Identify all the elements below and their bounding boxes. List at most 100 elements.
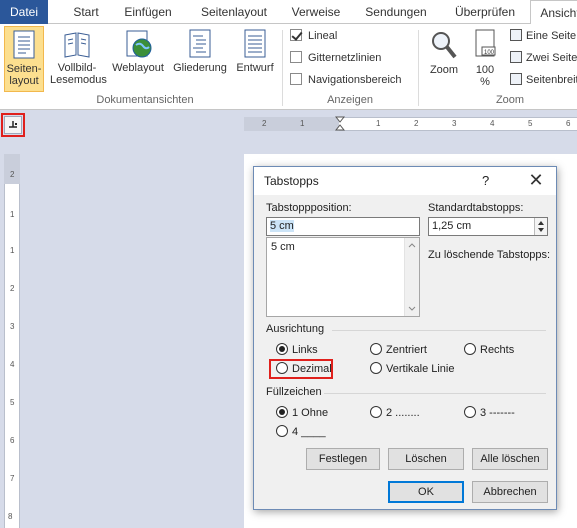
group-label-document-views: Dokumentansichten bbox=[96, 94, 194, 106]
one-page-icon bbox=[510, 29, 522, 41]
align-center-label: Zentriert bbox=[386, 344, 427, 356]
zoom-100-button[interactable]: 100 100 % bbox=[470, 26, 500, 92]
zoom-button[interactable]: Zoom bbox=[424, 26, 464, 92]
ruler-checkbox[interactable]: Lineal bbox=[290, 29, 337, 45]
leader-dashes-label: 3 ------- bbox=[480, 407, 515, 419]
zoom-100-label-line1: 100 bbox=[475, 64, 495, 76]
page-100-icon: 100 bbox=[475, 29, 496, 57]
dialog-title-bar: Tabstopps ? ✕ bbox=[254, 167, 556, 195]
group-label-show: Anzeigen bbox=[327, 94, 373, 106]
leader-none-radio[interactable]: 1 Ohne bbox=[276, 406, 328, 422]
close-icon[interactable]: ✕ bbox=[524, 169, 548, 191]
decimal-highlight bbox=[269, 359, 333, 379]
draft-label: Entwurf bbox=[236, 62, 274, 74]
tab-selector-highlight bbox=[1, 113, 25, 137]
radio-unchecked-icon bbox=[370, 406, 382, 418]
scroll-down-icon[interactable] bbox=[405, 304, 419, 314]
ribbon-view: Seiten- layout Vollbild- Lesemodus Webla… bbox=[0, 24, 577, 110]
web-layout-button[interactable]: Weblayout bbox=[108, 26, 168, 92]
cancel-button[interactable]: Abbrechen bbox=[472, 481, 548, 503]
leader-dots-radio[interactable]: 2 ........ bbox=[370, 406, 420, 422]
ruler-number: 1 bbox=[10, 210, 15, 219]
ruler-number: 6 bbox=[10, 436, 15, 445]
tab-position-input[interactable]: 5 cm bbox=[266, 217, 420, 236]
tab-file[interactable]: Datei bbox=[0, 0, 48, 24]
gridlines-checkbox-label: Gitternetzlinien bbox=[308, 52, 382, 64]
ruler-number: 5 bbox=[528, 119, 533, 128]
two-pages-icon bbox=[510, 51, 522, 63]
ruler-number: 1 bbox=[10, 246, 15, 255]
ruler-checkbox-label: Lineal bbox=[308, 30, 338, 42]
two-pages-button[interactable]: Zwei Seiten bbox=[510, 50, 577, 66]
zoom-100-label-line2: % bbox=[480, 76, 490, 88]
vertical-ruler-margin bbox=[4, 154, 20, 184]
ruler-number: 6 bbox=[566, 119, 571, 128]
ruler-number: 2 bbox=[10, 284, 15, 293]
default-tabs-stepper[interactable]: 1,25 cm bbox=[428, 217, 548, 236]
indent-marker-icon[interactable] bbox=[335, 116, 345, 132]
draft-button[interactable]: Entwurf bbox=[232, 26, 278, 92]
draft-icon bbox=[244, 29, 266, 58]
page-layout-button[interactable]: Seiten- layout bbox=[4, 26, 44, 92]
scroll-up-icon[interactable] bbox=[405, 240, 419, 250]
book-icon bbox=[64, 32, 90, 58]
page-width-button[interactable]: Seitenbreite bbox=[510, 72, 577, 88]
spin-down-icon[interactable] bbox=[538, 228, 544, 232]
one-page-button[interactable]: Eine Seite bbox=[510, 28, 576, 44]
radio-unchecked-icon bbox=[464, 343, 476, 355]
align-right-radio[interactable]: Rechts bbox=[464, 343, 514, 359]
help-button[interactable]: ? bbox=[482, 173, 489, 188]
set-button[interactable]: Festlegen bbox=[306, 448, 380, 470]
align-bar-radio[interactable]: Vertikale Linie bbox=[370, 362, 455, 378]
tab-position-value: 5 cm bbox=[270, 220, 294, 232]
web-layout-label: Weblayout bbox=[112, 62, 164, 74]
ribbon-tab-bar: Datei Start Einfügen Seitenlayout Verwei… bbox=[0, 0, 577, 25]
radio-checked-icon bbox=[276, 343, 288, 355]
align-center-radio[interactable]: Zentriert bbox=[370, 343, 427, 359]
radio-unchecked-icon bbox=[370, 362, 382, 374]
tab-position-label: Tabstoppposition: bbox=[266, 202, 352, 214]
ruler-number: 2 bbox=[10, 170, 15, 179]
clear-all-button[interactable]: Alle löschen bbox=[472, 448, 548, 470]
tab-home[interactable]: Start bbox=[62, 0, 110, 24]
one-page-label: Eine Seite bbox=[526, 30, 577, 42]
ruler-number: 5 bbox=[10, 398, 15, 407]
tab-review[interactable]: Überprüfen bbox=[446, 0, 524, 24]
leader-dots-label: 2 ........ bbox=[386, 407, 420, 419]
ruler-number: 1 bbox=[376, 119, 381, 128]
full-reading-label: Vollbild- Lesemodus bbox=[50, 62, 107, 86]
tab-insert[interactable]: Einfügen bbox=[116, 0, 180, 24]
radio-unchecked-icon bbox=[276, 425, 288, 437]
radio-checked-icon bbox=[276, 406, 288, 418]
tab-references[interactable]: Verweise bbox=[284, 0, 348, 24]
ruler-number: 8 bbox=[8, 512, 13, 521]
tab-mailings[interactable]: Sendungen bbox=[360, 0, 432, 24]
tab-position-list[interactable]: 5 cm bbox=[266, 237, 420, 317]
spin-up-icon[interactable] bbox=[538, 221, 544, 225]
spinner[interactable] bbox=[534, 218, 547, 235]
magnifier-icon bbox=[432, 32, 457, 59]
outline-button[interactable]: Gliederung bbox=[170, 26, 230, 92]
ruler-number: 3 bbox=[10, 322, 15, 331]
outline-icon bbox=[189, 29, 211, 58]
page-layout-icon bbox=[13, 30, 35, 59]
navigation-pane-checkbox-label: Navigationsbereich bbox=[308, 74, 402, 86]
tab-view[interactable]: Ansicht bbox=[530, 0, 577, 25]
list-scrollbar[interactable] bbox=[404, 238, 419, 316]
full-reading-button[interactable]: Vollbild- Lesemodus bbox=[50, 26, 107, 92]
align-left-label: Links bbox=[292, 344, 318, 356]
navigation-pane-checkbox[interactable]: Navigationsbereich bbox=[290, 73, 402, 89]
gridlines-checkbox[interactable]: Gitternetzlinien bbox=[290, 51, 381, 67]
tab-page-layout[interactable]: Seitenlayout bbox=[192, 0, 276, 24]
align-left-radio[interactable]: Links bbox=[276, 343, 318, 359]
ok-button[interactable]: OK bbox=[388, 481, 464, 503]
alignment-label: Ausrichtung bbox=[266, 323, 325, 335]
ruler-number: 2 bbox=[262, 119, 267, 128]
two-pages-label: Zwei Seiten bbox=[526, 52, 577, 64]
leader-underline-radio[interactable]: 4 ____ bbox=[276, 425, 326, 441]
clear-button[interactable]: Löschen bbox=[388, 448, 464, 470]
radio-unchecked-icon bbox=[464, 406, 476, 418]
leader-label: Füllzeichen bbox=[266, 386, 322, 398]
list-item[interactable]: 5 cm bbox=[267, 238, 419, 256]
leader-dashes-radio[interactable]: 3 ------- bbox=[464, 406, 515, 422]
